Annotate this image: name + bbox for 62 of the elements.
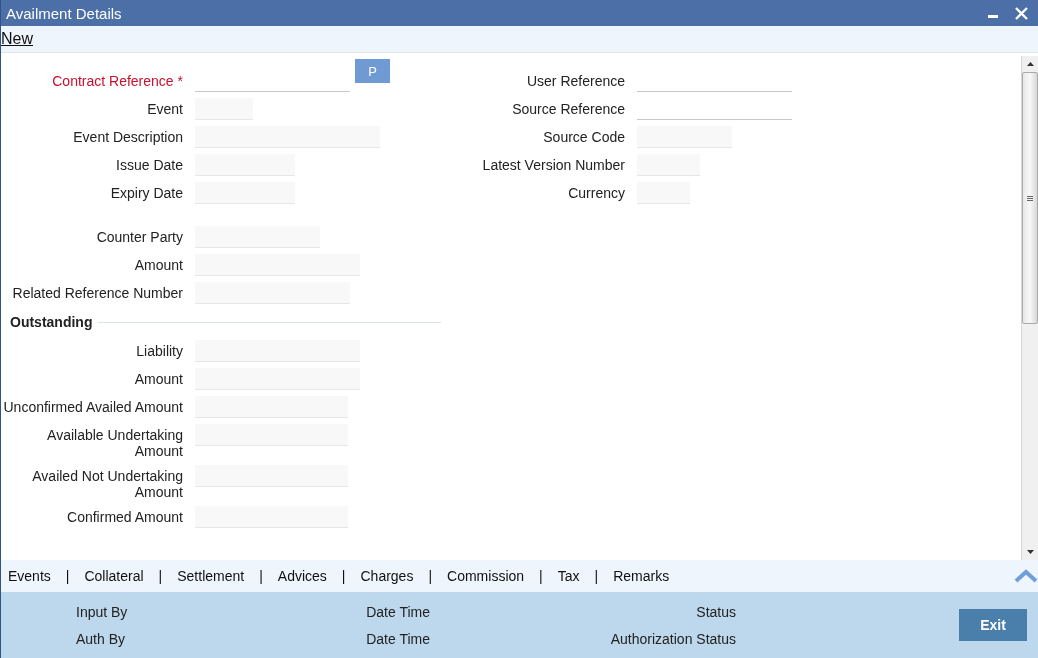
tab-link[interactable]: Charges (360, 568, 414, 584)
input-field[interactable] (195, 282, 350, 304)
exit-button[interactable]: Exit (959, 609, 1027, 641)
field-label: Latest Version Number (481, 156, 625, 173)
tab-link[interactable]: Tax (557, 568, 580, 584)
tab-separator: | (341, 568, 346, 584)
audit-label: Input By (76, 603, 129, 620)
tab-link[interactable]: Commission (447, 568, 525, 584)
tab-link[interactable]: Remarks (613, 568, 670, 584)
tab-separator: | (65, 568, 70, 584)
tab-separator: | (259, 568, 263, 584)
field-label: Liability (135, 342, 183, 359)
input-field[interactable] (195, 98, 253, 120)
audit-label: Authorization Status (609, 630, 736, 647)
close-icon[interactable] (1015, 6, 1028, 20)
tab-separator: | (539, 568, 543, 584)
tab-separator: | (594, 568, 599, 584)
tab-link[interactable]: Advices (277, 568, 327, 584)
input-field[interactable] (637, 182, 690, 204)
audit-label: Status (695, 603, 736, 620)
field-label: Unconfirmed Availed Amount (2, 398, 183, 415)
input-field[interactable] (195, 424, 348, 446)
input-field[interactable] (195, 254, 360, 276)
tab-separator: | (158, 568, 163, 584)
input-field[interactable] (195, 368, 360, 390)
input-field[interactable] (637, 154, 700, 176)
scroll-bar[interactable] (1021, 56, 1038, 560)
field-label: Event (146, 100, 183, 117)
tab-separator: | (428, 568, 433, 584)
field-label: Counter Party (95, 228, 183, 245)
audit-label: Date Time (365, 630, 430, 647)
input-field[interactable] (195, 154, 295, 176)
input-field[interactable] (195, 465, 348, 487)
tab-link[interactable]: Events (8, 568, 51, 584)
field-label: Event Description (72, 128, 183, 145)
field-label: Amount (133, 370, 183, 387)
field-label: Confirmed Amount (66, 508, 183, 525)
field-label: Related Reference Number (11, 284, 183, 301)
field-label: Issue Date (115, 156, 183, 173)
field-label: Availed Not Undertaking Amount (31, 467, 183, 500)
input-field[interactable] (195, 506, 348, 528)
window-title: Availment Details (6, 4, 122, 22)
audit-label: Auth By (76, 630, 127, 647)
chevron-up-icon[interactable] (1014, 569, 1038, 583)
field-label: Source Code (542, 128, 625, 145)
field-label: Source Reference (511, 100, 625, 117)
input-field[interactable] (195, 396, 348, 418)
field-label: Expiry Date (109, 184, 183, 201)
input-field[interactable] (195, 226, 320, 248)
input-field[interactable] (195, 126, 380, 148)
field-label: User Reference (525, 72, 625, 89)
field-label: Currency (567, 184, 625, 201)
tab-link[interactable]: Collateral (84, 568, 144, 584)
audit-label: Date Time (365, 603, 430, 620)
field-label: Amount (133, 256, 183, 273)
input-field[interactable] (637, 126, 732, 148)
new-link[interactable]: New (1, 30, 33, 48)
field-label: Contract Reference * (51, 72, 183, 89)
input-field[interactable] (195, 182, 295, 204)
tab-link[interactable]: Settlement (177, 568, 245, 584)
input-field[interactable] (195, 340, 360, 362)
field-label: Available Undertaking Amount (46, 426, 183, 459)
